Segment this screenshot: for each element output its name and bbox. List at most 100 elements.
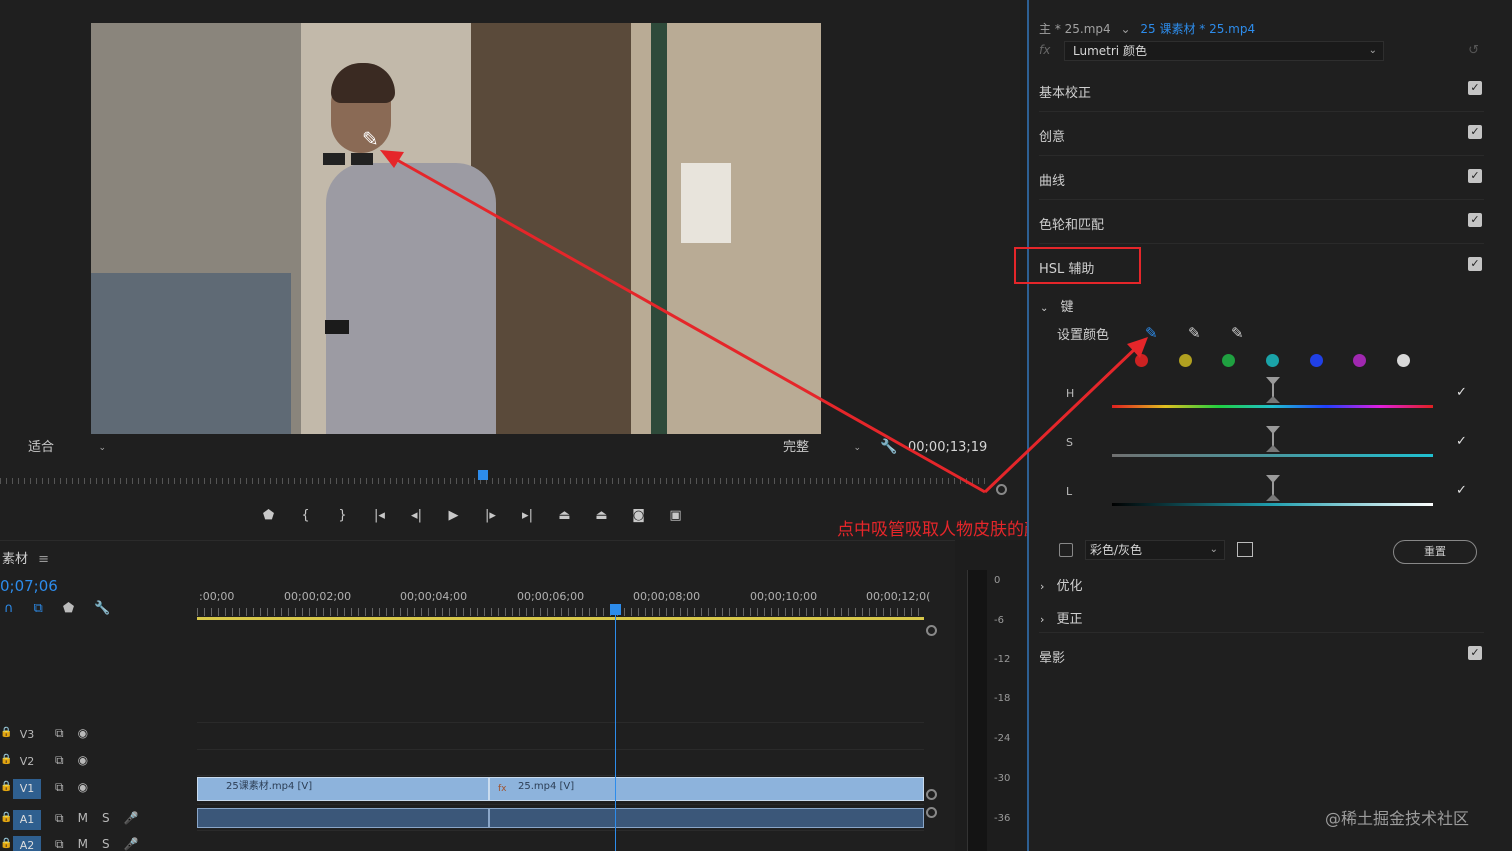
lock-icon[interactable]: 🔒: [0, 727, 12, 738]
checkbox[interactable]: ✓: [1468, 257, 1482, 271]
eye-icon[interactable]: ◉: [78, 780, 88, 795]
step-back-icon[interactable]: ◂|: [398, 505, 435, 527]
monitor-playhead[interactable]: [478, 470, 488, 480]
scroll-handle[interactable]: [926, 625, 937, 636]
panel-menu-icon[interactable]: ≡: [38, 552, 49, 567]
solo-button[interactable]: S: [102, 837, 110, 851]
sync-lock-icon[interactable]: ⧉: [55, 837, 64, 851]
fx-icon[interactable]: fx: [1039, 43, 1050, 57]
color-gray-select[interactable]: 彩色/灰色 ⌄: [1085, 540, 1225, 560]
checkbox[interactable]: ✓: [1468, 213, 1482, 227]
color-swatch-green[interactable]: [1222, 354, 1235, 367]
master-clip-label[interactable]: 主 * 25.mp4: [1039, 22, 1111, 36]
wrench-icon[interactable]: 🔧: [94, 601, 110, 616]
go-to-in-icon[interactable]: |◂: [361, 505, 398, 527]
scrubber-end-handle[interactable]: [996, 484, 1007, 495]
camera-icon[interactable]: ◙: [620, 505, 657, 527]
timeline-ruler[interactable]: :00;00 00;00;02;00 00;00;04;00 00;00;06;…: [197, 588, 930, 620]
track-lane-v1[interactable]: 25课素材.mp4 [V] fx 25.mp4 [V]: [197, 775, 924, 801]
key-subsection[interactable]: ⌄ 键: [1040, 296, 1074, 315]
mute-button[interactable]: M: [78, 811, 88, 826]
scroll-handle[interactable]: [926, 789, 937, 800]
color-swatch-white[interactable]: [1397, 354, 1410, 367]
quality-dropdown[interactable]: 完整 ⌄: [783, 438, 865, 458]
eyedropper-add-icon[interactable]: ✎: [1188, 324, 1201, 342]
fit-dropdown[interactable]: 适合 ⌄: [28, 438, 110, 458]
lock-icon[interactable]: 🔒: [0, 754, 12, 765]
track-name[interactable]: A2: [13, 836, 41, 851]
track-name[interactable]: V1: [13, 779, 41, 799]
go-to-out-icon[interactable]: ▸|: [509, 505, 546, 527]
track-name[interactable]: A1: [13, 810, 41, 830]
solo-button[interactable]: S: [102, 811, 110, 826]
section-creative[interactable]: 创意 ✓: [1039, 112, 1484, 156]
monitor-scrubber[interactable]: [0, 470, 1000, 488]
color-swatch-blue[interactable]: [1310, 354, 1323, 367]
marker-icon[interactable]: ⬟: [250, 505, 287, 527]
color-swatch-cyan[interactable]: [1266, 354, 1279, 367]
color-swatch-magenta[interactable]: [1353, 354, 1366, 367]
in-point-icon[interactable]: {: [287, 505, 324, 527]
checkbox[interactable]: ✓: [1468, 81, 1482, 95]
out-point-icon[interactable]: }: [324, 505, 361, 527]
mute-button[interactable]: M: [78, 837, 88, 851]
reset-icon[interactable]: ↺: [1468, 43, 1479, 58]
compare-icon[interactable]: ▣: [657, 505, 694, 527]
sync-lock-icon[interactable]: ⧉: [55, 811, 64, 826]
checkbox[interactable]: ✓: [1468, 169, 1482, 183]
lift-icon[interactable]: ⏏: [546, 505, 583, 527]
wrench-icon[interactable]: 🔧: [880, 439, 897, 455]
hue-enable-check[interactable]: ✓: [1456, 385, 1467, 400]
sequence-clip-label[interactable]: 25 课素材 * 25.mp4: [1140, 22, 1255, 36]
sequence-tab[interactable]: 素材 ≡: [2, 548, 49, 567]
effect-select[interactable]: Lumetri 颜色 ⌄: [1064, 41, 1384, 61]
lock-icon[interactable]: 🔒: [0, 781, 12, 792]
eye-icon[interactable]: ◉: [78, 726, 88, 741]
track-lane-v3[interactable]: [197, 722, 924, 748]
section-curves[interactable]: 曲线 ✓: [1039, 156, 1484, 200]
eyedropper-icon[interactable]: ✎: [1145, 324, 1158, 342]
show-mask-checkbox[interactable]: [1059, 543, 1073, 557]
track-name[interactable]: V2: [13, 752, 41, 772]
snap-icon[interactable]: ∩: [4, 601, 14, 616]
section-vignette[interactable]: 晕影 ✓: [1039, 632, 1484, 676]
chevron-down-icon[interactable]: ⌄: [1120, 22, 1130, 36]
play-icon[interactable]: ▶: [435, 505, 472, 527]
section-basic-correction[interactable]: 基本校正 ✓: [1039, 68, 1484, 112]
eye-icon[interactable]: ◉: [78, 753, 88, 768]
add-marker-icon[interactable]: ⬟: [63, 601, 74, 616]
monitor-timecode[interactable]: 00;00;13;19: [908, 440, 987, 455]
color-swatch-yellow[interactable]: [1179, 354, 1192, 367]
lock-icon[interactable]: 🔒: [0, 838, 12, 849]
sync-lock-icon[interactable]: ⧉: [55, 780, 64, 795]
lock-icon[interactable]: 🔒: [0, 812, 12, 823]
audio-clip[interactable]: [489, 808, 924, 828]
section-color-wheels[interactable]: 色轮和匹配 ✓: [1039, 200, 1484, 244]
audio-clip[interactable]: [197, 808, 489, 828]
microphone-icon[interactable]: 🎤: [124, 811, 139, 826]
correct-subsection[interactable]: › 更正: [1040, 608, 1083, 627]
sync-lock-icon[interactable]: ⧉: [55, 753, 64, 768]
saturation-slider-handle[interactable]: [1266, 426, 1280, 452]
track-lane-v2[interactable]: [197, 749, 924, 775]
step-forward-icon[interactable]: |▸: [472, 505, 509, 527]
checkbox[interactable]: ✓: [1468, 125, 1482, 139]
lightness-slider-handle[interactable]: [1266, 475, 1280, 501]
sequence-timecode[interactable]: 0;07;06: [0, 577, 58, 595]
track-lane-a1[interactable]: [197, 804, 924, 830]
lightness-slider[interactable]: [1112, 503, 1433, 506]
saturation-enable-check[interactable]: ✓: [1456, 434, 1467, 449]
reset-button[interactable]: 重置: [1393, 540, 1477, 564]
scroll-handle[interactable]: [926, 807, 937, 818]
color-swatch-red[interactable]: [1135, 354, 1148, 367]
microphone-icon[interactable]: 🎤: [124, 837, 139, 851]
video-clip[interactable]: fx 25.mp4 [V]: [489, 777, 924, 801]
video-clip[interactable]: 25课素材.mp4 [V]: [197, 777, 489, 801]
hue-slider-handle[interactable]: [1266, 377, 1280, 403]
refine-subsection[interactable]: › 优化: [1040, 575, 1083, 594]
work-area-bar[interactable]: [197, 617, 924, 620]
invert-mask-icon[interactable]: [1237, 542, 1253, 557]
eyedropper-subtract-icon[interactable]: ✎: [1231, 324, 1244, 342]
hue-slider[interactable]: [1112, 405, 1433, 408]
checkbox[interactable]: ✓: [1468, 646, 1482, 660]
